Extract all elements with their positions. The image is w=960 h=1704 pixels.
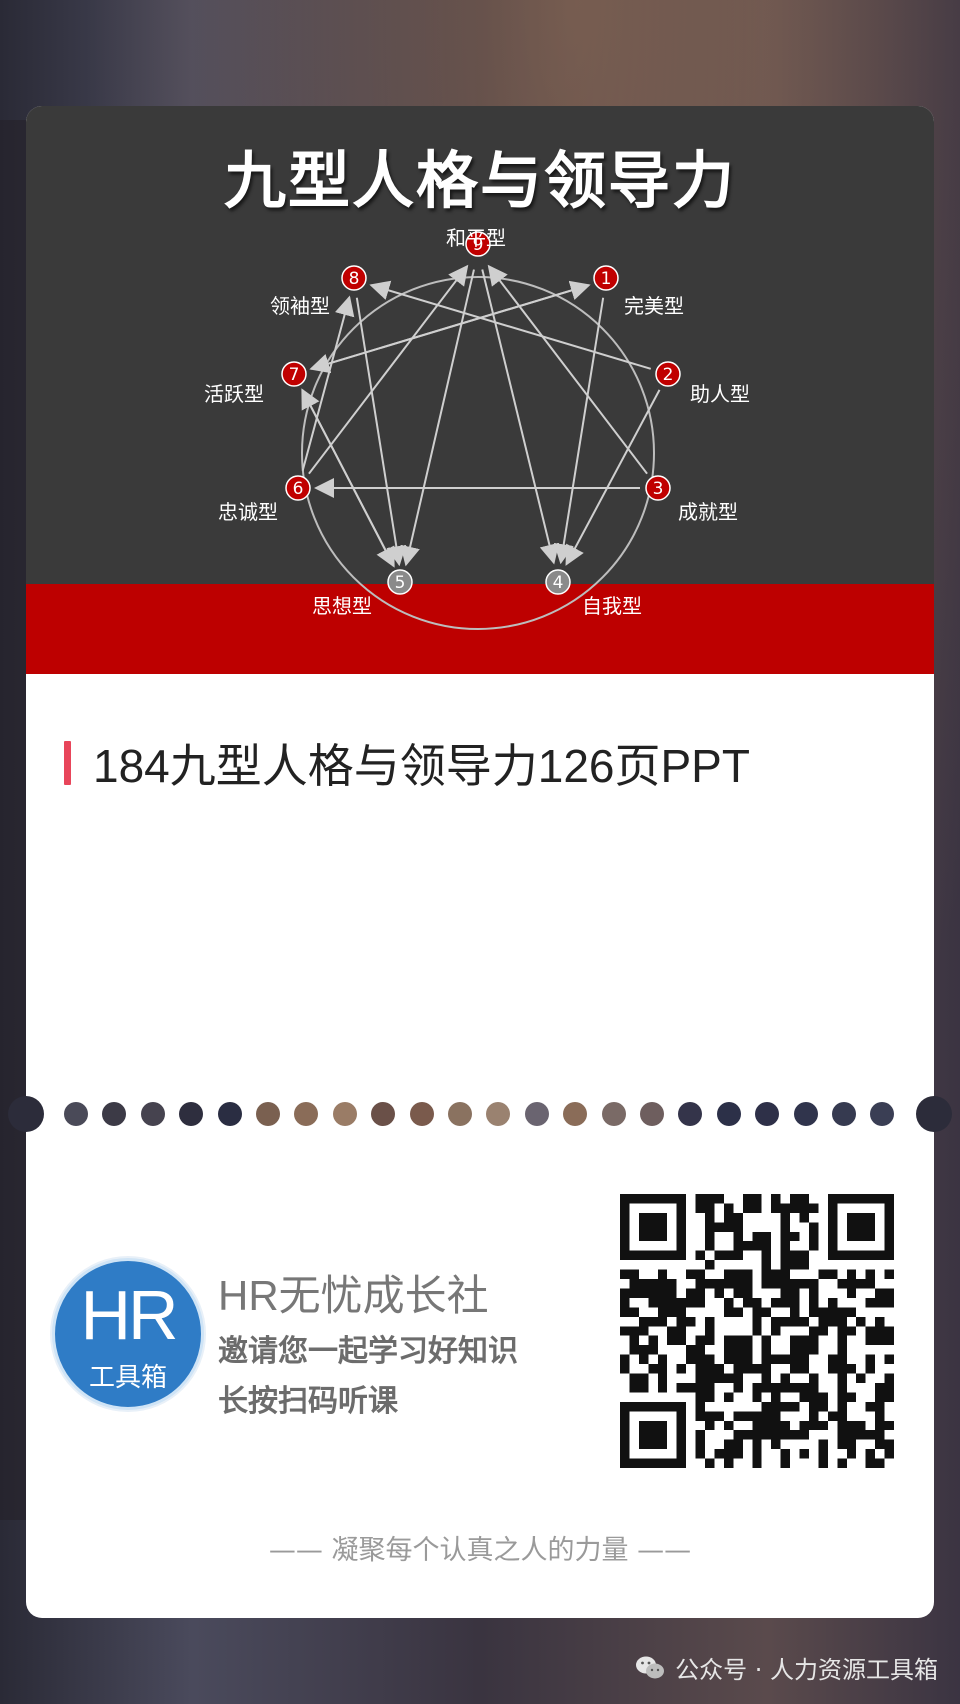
perforation-notch-left bbox=[8, 1096, 44, 1132]
article-title-text: 184九型人格与领导力126页PPT bbox=[93, 740, 750, 792]
type-badge-number-3: 3 bbox=[653, 479, 664, 499]
perforation-dot bbox=[102, 1102, 127, 1126]
perforation-dot bbox=[716, 1102, 741, 1126]
type-badge-number-6: 6 bbox=[293, 479, 304, 499]
perforation-dot bbox=[256, 1102, 280, 1126]
enneagram-arrow bbox=[553, 297, 605, 565]
perforation-dot bbox=[755, 1102, 780, 1126]
title-accent-bar bbox=[64, 741, 71, 785]
type-label-7: 活跃型 bbox=[204, 382, 264, 406]
perforation-dot bbox=[448, 1102, 472, 1126]
perforation-dot bbox=[678, 1102, 703, 1126]
perforation-dot bbox=[332, 1102, 357, 1126]
perforation-dot bbox=[793, 1102, 818, 1126]
cover-banner: 九型人格与领导力 912345678 和平型 完美型 助人型 成就型 自我型 思… bbox=[26, 106, 934, 674]
perforation-dot bbox=[217, 1102, 242, 1126]
type-label-1: 完美型 bbox=[624, 294, 684, 318]
perforation-dot bbox=[294, 1102, 319, 1126]
perforation-dot bbox=[179, 1102, 204, 1126]
perforation-dot bbox=[140, 1102, 165, 1126]
type-label-5: 思想型 bbox=[312, 594, 372, 618]
qr-code-icon[interactable] bbox=[620, 1194, 894, 1468]
enneagram-arrow bbox=[355, 297, 407, 567]
perforation-dot bbox=[563, 1102, 588, 1126]
perforation-notch-right bbox=[916, 1096, 952, 1132]
perforation-dot bbox=[486, 1102, 511, 1126]
perforation-dot bbox=[640, 1102, 664, 1126]
enneagram-arrow bbox=[310, 280, 591, 370]
perforation-dot bbox=[371, 1102, 396, 1126]
wechat-icon bbox=[636, 1656, 665, 1678]
type-label-4: 自我型 bbox=[582, 594, 642, 618]
perforation-dot bbox=[524, 1102, 549, 1126]
enneagram-arrow bbox=[301, 388, 395, 567]
article-title[interactable]: 184九型人格与领导力126页PPT bbox=[64, 730, 750, 796]
brand-name: HR无忧成长社 bbox=[218, 1272, 489, 1319]
type-badge-number-4: 4 bbox=[553, 573, 564, 593]
type-label-2: 助人型 bbox=[690, 382, 750, 406]
perforation-dot bbox=[601, 1102, 626, 1126]
type-badge-number-5: 5 bbox=[395, 573, 406, 593]
footer-text: 公众号 · 人力资源工具箱 bbox=[675, 1656, 938, 1684]
ticket-perforation bbox=[0, 1096, 960, 1132]
slogan: —— 凝聚每个认真之人的力量 —— bbox=[268, 1535, 692, 1566]
enneagram-arrow bbox=[301, 295, 355, 471]
avatar-hr-text: HR bbox=[80, 1276, 178, 1354]
type-label-3: 成就型 bbox=[678, 500, 738, 524]
type-label-6: 忠诚型 bbox=[218, 500, 278, 524]
enneagram-arrow bbox=[369, 280, 652, 370]
enneagram-circle bbox=[301, 276, 655, 630]
perforation-dot bbox=[409, 1102, 434, 1126]
enneagram-arrow bbox=[308, 264, 469, 475]
perforation-dot bbox=[64, 1102, 88, 1126]
type-label-8: 领袖型 bbox=[270, 294, 330, 318]
type-badge-number-8: 8 bbox=[349, 269, 360, 289]
brand-invite-text: 邀请您一起学习好知识 bbox=[218, 1334, 518, 1369]
footer-account[interactable]: 公众号 · 人力资源工具箱 bbox=[635, 1650, 938, 1685]
type-badge-number-2: 2 bbox=[663, 365, 674, 385]
enneagram-diagram: 912345678 bbox=[281, 231, 681, 630]
perforation-dot bbox=[832, 1102, 856, 1126]
type-badge-number-1: 1 bbox=[601, 269, 612, 289]
enneagram-arrow bbox=[565, 389, 661, 566]
avatar-sub-text: 工具箱 bbox=[88, 1363, 167, 1393]
type-badge-number-7: 7 bbox=[289, 365, 300, 385]
type-label-9: 和平型 bbox=[446, 226, 506, 250]
brand-scan-text: 长按扫码听课 bbox=[218, 1384, 398, 1419]
perforation-dot bbox=[870, 1102, 895, 1126]
brand-avatar[interactable]: HR 工具箱 bbox=[52, 1258, 204, 1410]
